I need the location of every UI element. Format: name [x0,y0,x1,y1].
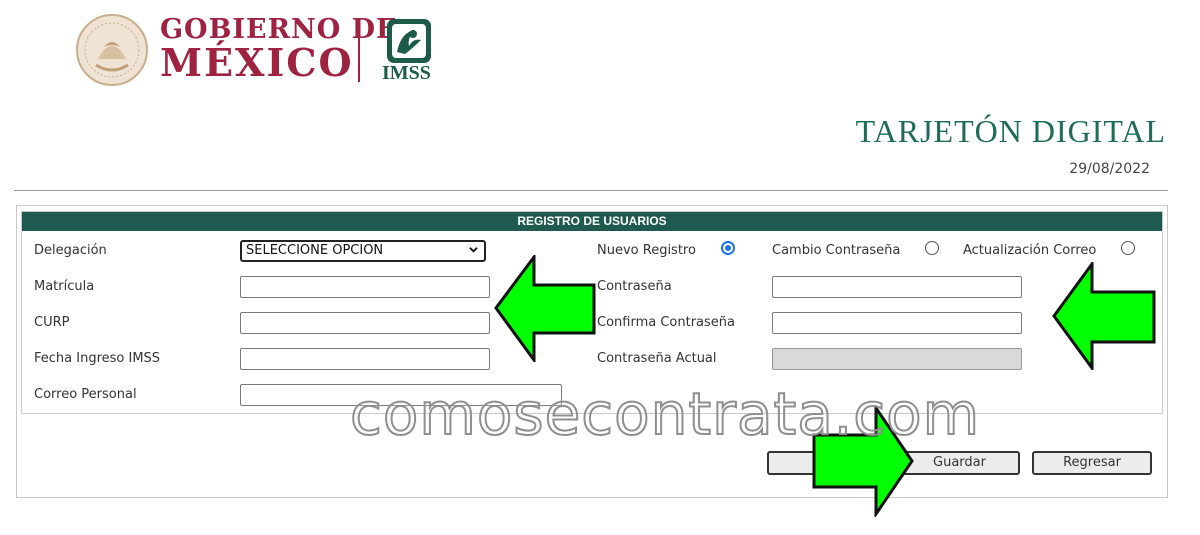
imss-logo-text: IMSS [382,62,431,84]
guardar-button-label: Guardar [933,455,986,470]
contrasena-label: Contraseña [597,279,672,294]
radio-actualizacion-correo-label: Actualización Correo [963,243,1097,258]
matricula-input[interactable] [240,276,490,298]
header-divider [358,20,360,82]
arrow-right-icon [812,405,914,517]
form-section-title: REGISTRO DE USUARIOS [22,212,1162,231]
radio-nuevo-registro-label: Nuevo Registro [597,243,696,258]
correo-personal-label: Correo Personal [34,387,137,402]
guardar-button[interactable]: Guardar [899,451,1020,475]
arrow-left-icon [494,255,596,362]
chevron-down-icon [469,247,478,253]
radio-cambio-contrasena-label: Cambio Contraseña [772,243,901,258]
radio-cambio-contrasena[interactable] [925,241,939,255]
correo-personal-input[interactable] [240,384,562,406]
delegacion-select[interactable]: SELECCIONE OPCION [240,240,486,262]
contrasena-actual-input [772,348,1022,370]
confirma-contrasena-label: Confirma Contraseña [597,315,735,330]
imss-emblem-icon [387,19,431,63]
confirma-contrasena-input[interactable] [772,312,1022,334]
curp-label: CURP [34,315,70,330]
contrasena-input[interactable] [772,276,1022,298]
gobierno-line2: MÉXICO [160,40,354,85]
contrasena-actual-label: Contraseña Actual [597,351,717,366]
fecha-ingreso-label: Fecha Ingreso IMSS [34,351,161,366]
page-title: TARJETÓN DIGITAL [855,113,1166,149]
curp-input[interactable] [240,312,490,334]
radio-nuevo-registro[interactable] [721,241,735,255]
regresar-button[interactable]: Regresar [1032,451,1152,475]
header-rule [14,190,1168,191]
delegacion-selected-value: SELECCIONE OPCION [246,243,384,258]
delegacion-label: Delegación [34,243,107,258]
matricula-label: Matrícula [34,279,95,294]
national-seal-icon [76,14,148,86]
fecha-ingreso-input[interactable] [240,348,490,370]
regresar-button-label: Regresar [1063,455,1121,470]
radio-actualizacion-correo[interactable] [1121,241,1135,255]
page-date: 29/08/2022 [1069,161,1150,177]
arrow-left-icon [1052,262,1156,370]
